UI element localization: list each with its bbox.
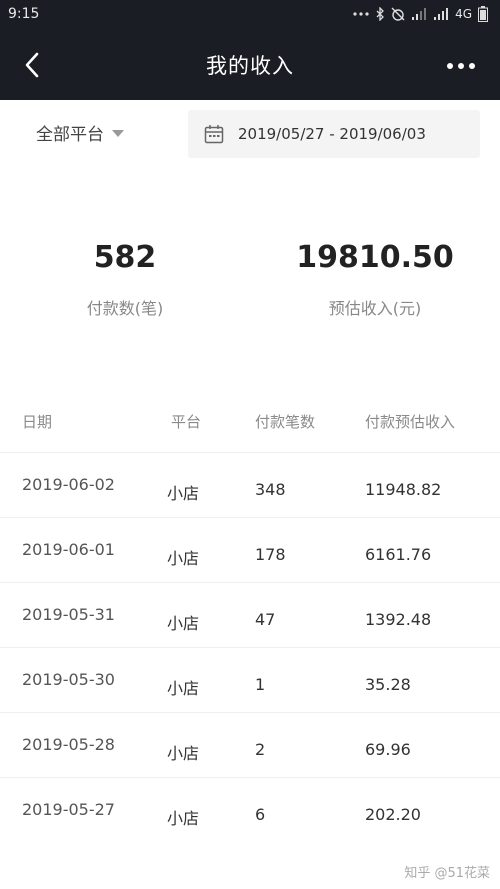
row-platform: 小店 [167, 809, 200, 828]
row-platform: 小店 [167, 549, 200, 568]
dots-icon [353, 12, 369, 16]
watermark: 知乎 @51花菜 [404, 866, 490, 881]
row-estimated-income: 35.28 [365, 675, 411, 694]
status-icons: 4G [353, 6, 488, 22]
row-estimated-income: 69.96 [365, 740, 411, 759]
header-platform: 平台 [171, 413, 202, 431]
header-date: 日期 [22, 413, 53, 431]
table-row[interactable]: 2019-06-02 小店 348 11948.82 [0, 452, 500, 517]
table-row[interactable]: 2019-05-30 小店 1 35.28 [0, 647, 500, 712]
more-dots-icon [447, 63, 453, 69]
status-time: 9:15 [8, 6, 40, 22]
row-estimated-income: 1392.48 [365, 610, 432, 629]
row-estimated-income: 6161.76 [365, 545, 432, 564]
row-payment-count: 1 [255, 675, 266, 694]
more-dot [469, 63, 475, 69]
table-row[interactable]: 2019-06-01 小店 178 6161.76 [0, 517, 500, 582]
row-date: 2019-06-01 [22, 540, 115, 559]
row-platform: 小店 [167, 679, 200, 698]
bluetooth-icon [376, 7, 384, 21]
more-dot [458, 63, 464, 69]
row-payment-count: 6 [255, 805, 266, 824]
estimated-income-label: 预估收入(元) [328, 299, 422, 318]
row-payment-count: 2 [255, 740, 266, 759]
more-button[interactable] [444, 56, 478, 76]
caret-down-icon [112, 129, 124, 137]
table-row[interactable]: 2019-05-31 小店 47 1392.48 [0, 582, 500, 647]
row-date: 2019-05-30 [22, 670, 115, 689]
payments-count: 582 [93, 240, 157, 275]
row-date: 2019-05-31 [22, 605, 115, 624]
payments-summary: 582 付款数(笔) [50, 240, 200, 319]
row-payment-count: 178 [255, 545, 286, 564]
table-row[interactable]: 2019-05-28 小店 2 69.96 [0, 712, 500, 777]
header-payment-count: 付款笔数 [255, 413, 316, 431]
platform-filter[interactable]: 全部平台 [36, 120, 124, 145]
signal-icon [434, 8, 449, 20]
date-range-text: 2019/05/27 - 2019/06/03 [238, 125, 426, 143]
row-platform: 小店 [167, 744, 200, 763]
payments-label: 付款数(笔) [86, 299, 164, 318]
table-header: 日期 平台 付款笔数 付款预估收入 [0, 395, 500, 451]
page-title: 我的收入 [206, 54, 294, 78]
row-date: 2019-06-02 [22, 475, 115, 494]
signal-icon [412, 8, 427, 20]
row-platform: 小店 [167, 614, 200, 633]
row-estimated-income: 202.20 [365, 805, 421, 824]
row-date: 2019-05-27 [22, 800, 115, 819]
row-date: 2019-05-28 [22, 735, 115, 754]
network-type: 4G [455, 7, 472, 21]
status-bar: 9:15 4G [0, 0, 500, 28]
row-estimated-income: 11948.82 [365, 480, 442, 499]
income-summary: 19810.50 预估收入(元) [290, 240, 460, 319]
calendar-icon [204, 125, 224, 144]
nav-bar: 我的收入 [0, 28, 500, 100]
row-payment-count: 348 [255, 480, 286, 499]
row-payment-count: 47 [255, 610, 276, 629]
date-range-picker[interactable]: 2019/05/27 - 2019/06/03 [188, 110, 480, 158]
header-estimated-income: 付款预估收入 [365, 413, 456, 431]
row-platform: 小店 [167, 484, 200, 503]
platform-filter-label: 全部平台 [36, 125, 104, 145]
table-row[interactable]: 2019-05-27 小店 6 202.20 [0, 777, 500, 842]
estimated-income: 19810.50 [296, 240, 454, 275]
alarm-icon [391, 7, 405, 21]
battery-icon [478, 6, 488, 22]
